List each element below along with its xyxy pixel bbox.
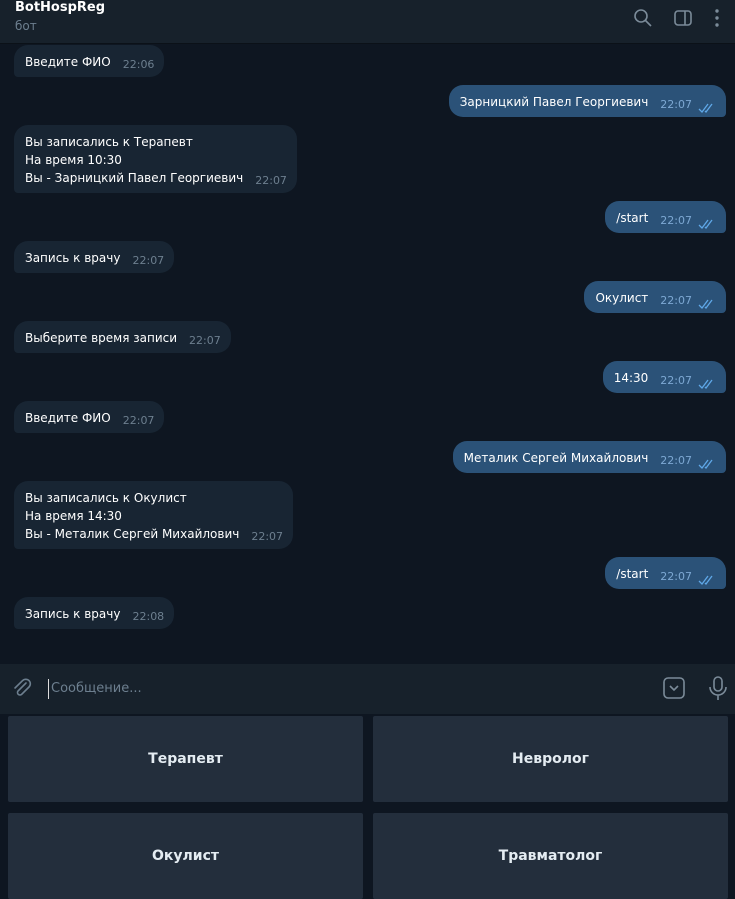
incoming-message[interactable]: Выберите время записи 22:07	[14, 321, 231, 353]
message-text: /start	[616, 567, 649, 581]
message-time: 22:07	[660, 98, 692, 111]
keyboard-button-oculist[interactable]: Окулист	[8, 813, 363, 899]
message-text: Введите ФИО	[25, 55, 111, 69]
message-text: Зарницкий Павел Георгиевич	[459, 95, 649, 109]
incoming-message[interactable]: Запись к врачу 22:07	[14, 241, 175, 273]
message-time: 22:07	[251, 530, 284, 543]
message-time: 22:08	[132, 610, 165, 623]
incoming-message[interactable]: Вы записались к Терапевт На время 10:30 …	[14, 125, 297, 193]
message-time: 22:07	[660, 570, 692, 583]
keyboard-button-traumatologist[interactable]: Травматолог	[373, 813, 728, 899]
more-icon[interactable]	[707, 8, 727, 28]
composer: Сообщение...	[0, 664, 735, 714]
message-time: 22:07	[255, 174, 287, 187]
message-time: 22:07	[132, 254, 165, 267]
message-text: Выберите время записи	[25, 331, 178, 345]
read-checkmarks-icon	[698, 575, 713, 585]
message-text: Вы записались к Терапевт На время 10:30 …	[25, 135, 244, 185]
message-text: Запись к врачу	[25, 251, 121, 265]
message-input[interactable]: Сообщение...	[48, 679, 142, 699]
message-text: Введите ФИО	[25, 411, 111, 425]
search-icon[interactable]	[633, 8, 653, 28]
sidebar-toggle-icon[interactable]	[673, 8, 693, 28]
keyboard-button-therapist[interactable]: Терапевт	[8, 716, 363, 802]
message-time: 22:07	[189, 334, 221, 347]
outgoing-message[interactable]: /start 22:07	[605, 557, 726, 589]
message-text: Вы записались к Окулист На время 14:30 В…	[25, 491, 240, 541]
message-time: 22:07	[660, 454, 692, 467]
outgoing-message[interactable]: /start 22:07	[605, 201, 726, 233]
keyboard-button-neurologist[interactable]: Невролог	[373, 716, 728, 802]
chat-header: BotHospReg бот	[0, 0, 735, 44]
message-list: Введите ФИО 22:06 Зарницкий Павел Георгиев…	[0, 45, 735, 629]
read-checkmarks-icon	[698, 299, 713, 309]
attach-icon[interactable]	[11, 677, 33, 699]
incoming-message[interactable]: Вы записались к Окулист На время 14:30 В…	[14, 481, 294, 549]
chat-subtitle: бот	[15, 19, 37, 33]
chat-title[interactable]: BotHospReg	[15, 0, 105, 15]
read-checkmarks-icon	[698, 459, 713, 469]
bot-keyboard-icon[interactable]	[662, 676, 686, 700]
read-checkmarks-icon	[698, 103, 713, 113]
incoming-message[interactable]: Введите ФИО 22:06	[14, 45, 165, 77]
message-time: 22:06	[122, 58, 155, 71]
message-text: 14:30	[613, 371, 649, 385]
message-text: /start	[616, 211, 649, 225]
outgoing-message[interactable]: 14:30 22:07	[602, 361, 726, 393]
incoming-message[interactable]: Запись к врачу 22:08	[14, 597, 175, 629]
outgoing-message[interactable]: Окулист 22:07	[584, 281, 726, 313]
incoming-message[interactable]: Введите ФИО 22:07	[14, 401, 165, 433]
message-text: Металик Сергей Михайлович	[463, 451, 649, 465]
message-time: 22:07	[660, 294, 692, 307]
message-text: Запись к врачу	[25, 607, 121, 621]
read-checkmarks-icon	[698, 219, 713, 229]
message-time: 22:07	[660, 214, 692, 227]
read-checkmarks-icon	[698, 379, 713, 389]
outgoing-message[interactable]: Металик Сергей Михайлович 22:07	[452, 441, 726, 473]
microphone-icon[interactable]	[707, 675, 729, 701]
message-time: 22:07	[122, 414, 155, 427]
message-time: 22:07	[660, 374, 692, 387]
message-text: Окулист	[595, 291, 649, 305]
outgoing-message[interactable]: Зарницкий Павел Георгиевич 22:07	[448, 85, 726, 117]
